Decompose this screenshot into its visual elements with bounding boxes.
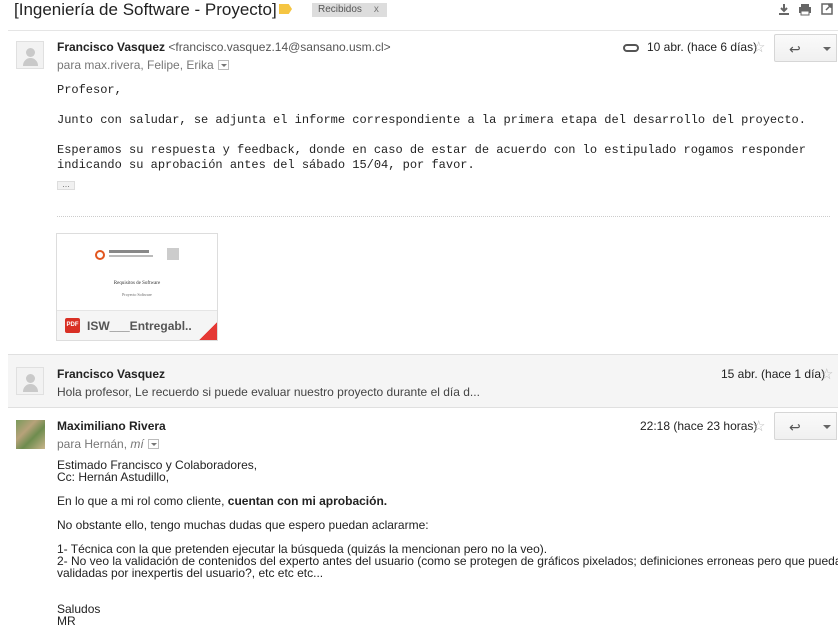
avatar <box>16 420 45 449</box>
sender-name[interactable]: Francisco Vasquez <box>57 367 165 381</box>
attachment-file-name: ISW___Entregabl... <box>87 319 191 333</box>
thread-subject: [Ingeniería de Software - Proyecto] <box>14 0 277 19</box>
logo-text <box>109 250 149 253</box>
recipients: para Hernán, mí <box>57 437 159 451</box>
message-date[interactable]: 22:18 (hace 23 horas) <box>640 419 757 433</box>
emblem-icon <box>167 248 179 260</box>
message-date[interactable]: 10 abr. (hace 6 días) <box>647 40 757 54</box>
sender-name[interactable]: Maximiliano Rivera <box>57 419 166 433</box>
more-actions-button[interactable] <box>817 34 837 62</box>
recipients-text: para max.rivera, Felipe, Erika <box>57 58 214 72</box>
show-trimmed-content-button[interactable]: ... <box>57 180 75 190</box>
message-body-line: MR <box>57 614 76 628</box>
attachment-card[interactable]: Requisitos de Software Proyecto Software… <box>56 233 218 341</box>
reply-icon: ↩ <box>789 419 801 435</box>
message-snippet: Hola profesor, Le recuerdo si puede eval… <box>57 385 480 399</box>
attachment-divider <box>57 216 830 217</box>
attachment-preview: Requisitos de Software Proyecto Software <box>57 234 217 310</box>
sender-name-text: Francisco Vasquez <box>57 40 166 54</box>
message-body-line: validadas por inexpertis del usuario?, e… <box>57 566 324 580</box>
logo-subtext <box>109 255 153 257</box>
body-text: En lo que a mi rol como cliente, <box>57 494 225 508</box>
remove-label-button[interactable]: x <box>374 4 379 15</box>
message-body-line: No obstante ello, tengo muchas dudas que… <box>57 518 429 532</box>
preview-subtitle: Proyecto Software <box>122 292 152 297</box>
recipient-me: mí <box>130 437 144 451</box>
reply-button[interactable]: ↩ <box>774 412 818 440</box>
pdf-corner-icon <box>199 322 217 340</box>
message-body-line: Cc: Hernán Astudillo, <box>57 470 170 484</box>
avatar <box>16 367 44 395</box>
subject-bar: [Ingeniería de Software - Proyecto] Reci… <box>0 0 838 30</box>
pdf-icon: PDF <box>65 318 80 333</box>
message-body-line: indicando su aprobación antes del sábado… <box>57 158 475 172</box>
sender-name[interactable]: Francisco Vasquez <francisco.vasquez.14@… <box>57 40 391 54</box>
reply-icon: ↩ <box>789 41 801 57</box>
inbox-label-text: Recibidos <box>318 4 362 15</box>
important-label-icon[interactable] <box>279 4 292 14</box>
download-icon[interactable] <box>777 3 791 17</box>
star-icon[interactable]: ☆ <box>820 367 833 382</box>
collapsed-message[interactable]: Francisco Vasquez Hola profesor, Le recu… <box>8 354 838 408</box>
message-body-line: Esperamos su respuesta y feedback, donde… <box>57 143 806 157</box>
body-text-bold: cuentan con mi aprobación. <box>227 494 388 508</box>
star-icon[interactable]: ☆ <box>752 40 765 55</box>
open-new-window-icon[interactable] <box>820 3 834 17</box>
university-logo-icon <box>95 250 105 260</box>
show-details-dropdown[interactable] <box>147 439 159 449</box>
reply-button[interactable]: ↩ <box>774 34 818 62</box>
recipients: para max.rivera, Felipe, Erika <box>57 58 229 72</box>
preview-title: Requisitos de Software <box>113 281 161 286</box>
message-date[interactable]: 15 abr. (hace 1 día) <box>721 367 825 381</box>
message-body-line: Profesor, <box>57 83 122 97</box>
avatar <box>16 41 44 69</box>
more-actions-button[interactable] <box>817 412 837 440</box>
star-icon[interactable]: ☆ <box>752 419 765 434</box>
attachment-name-bar: PDF ISW___Entregabl... <box>57 310 217 340</box>
inbox-label-chip[interactable]: Recibidos x <box>312 3 387 17</box>
show-details-dropdown[interactable] <box>217 60 229 70</box>
print-icon[interactable] <box>798 3 812 17</box>
header-divider <box>8 30 838 31</box>
message-body-line: Junto con saludar, se adjunta el informe… <box>57 113 806 127</box>
recipients-text: para Hernán, <box>57 437 128 451</box>
sender-email: <francisco.vasquez.14@sansano.usm.cl> <box>168 40 391 54</box>
paperclip-icon <box>623 44 639 52</box>
message-body-line: En lo que a mi rol como cliente, cuentan… <box>57 495 387 507</box>
